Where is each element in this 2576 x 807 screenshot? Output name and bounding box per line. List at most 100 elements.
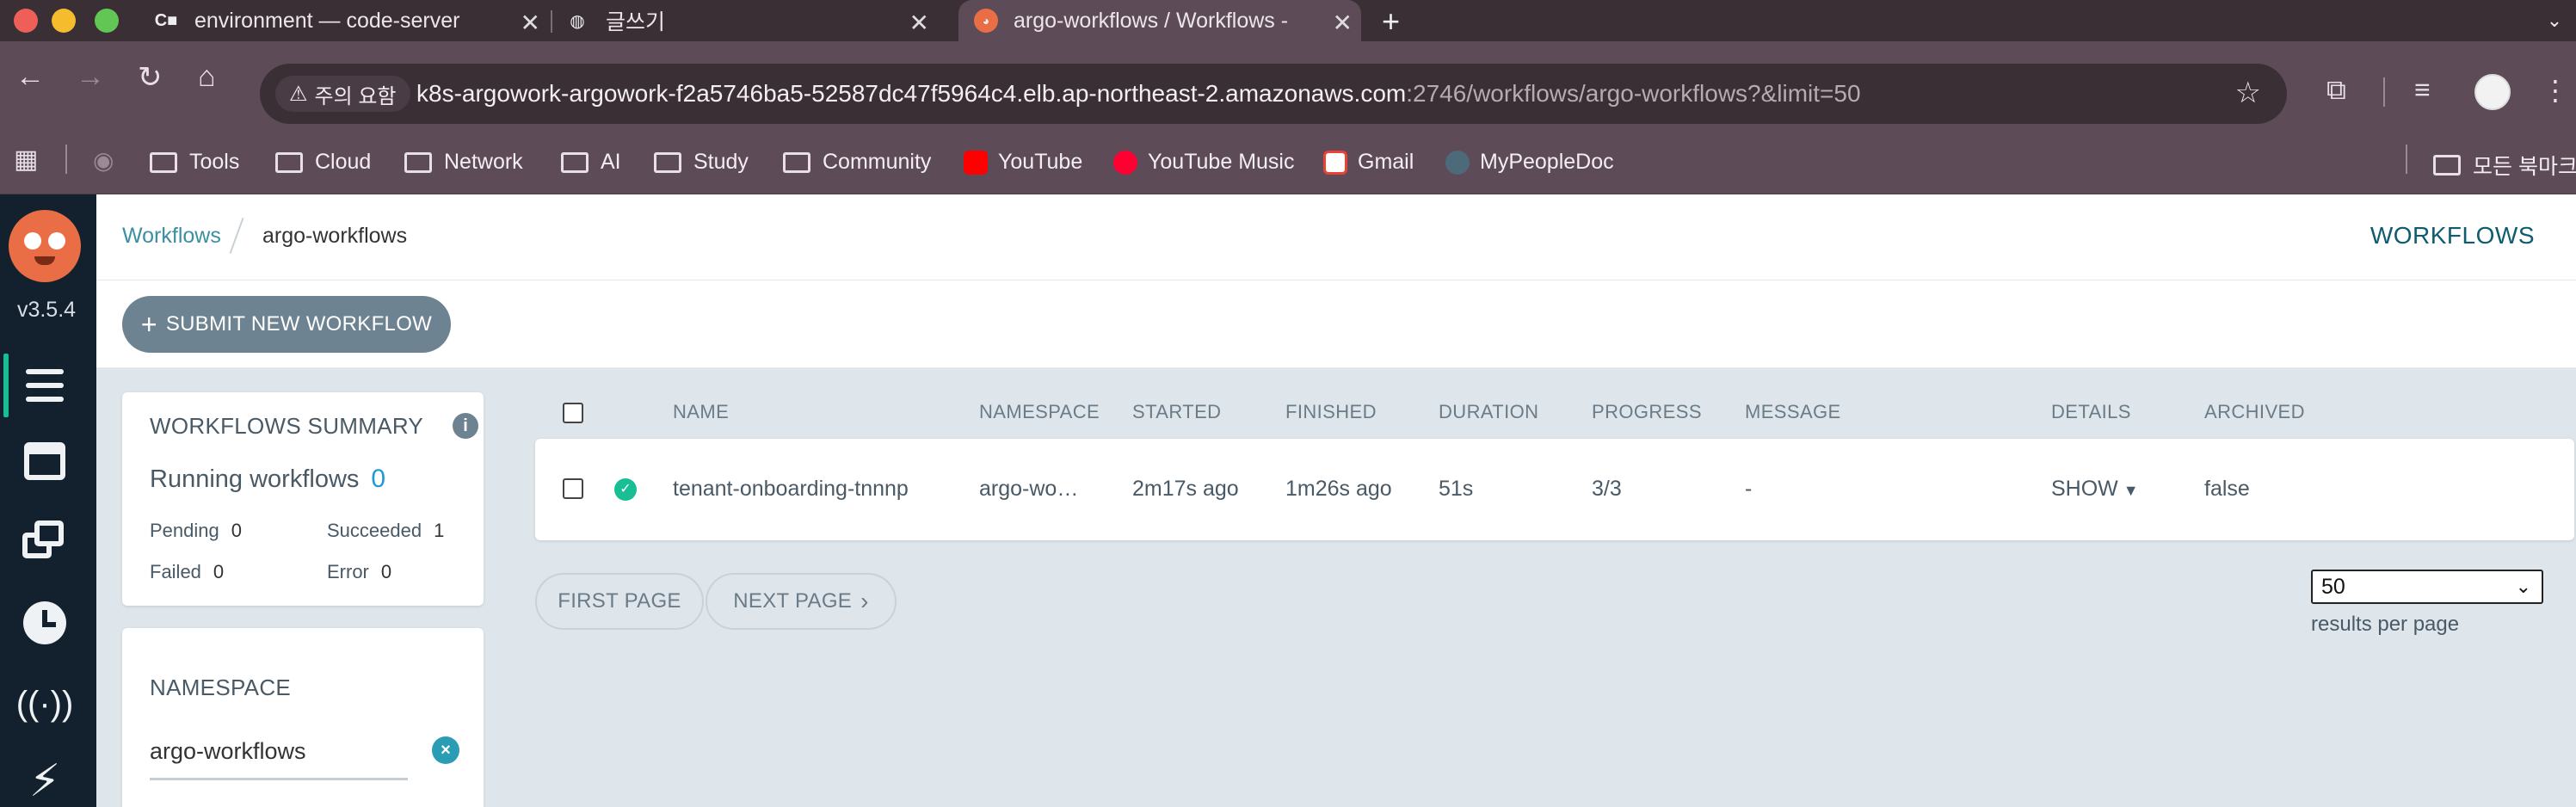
folder-icon [783, 151, 810, 173]
bookmark-label: YouTube [998, 150, 1083, 174]
info-icon[interactable]: i [453, 413, 478, 439]
tab-close-icon[interactable]: ✕ [909, 9, 929, 37]
reload-icon[interactable]: ↻ [138, 60, 163, 95]
column-header-started[interactable]: STARTED [1132, 401, 1221, 423]
submit-new-workflow-button[interactable]: + SUBMIT NEW WORKFLOW [122, 296, 451, 353]
chrome-icon[interactable]: ◉ [93, 146, 114, 175]
clear-namespace-icon[interactable]: × [432, 736, 459, 764]
column-header-message[interactable]: MESSAGE [1745, 401, 1841, 423]
breadcrumb-workflows-link[interactable]: Workflows [122, 224, 221, 249]
cluster-templates-nav-icon[interactable] [19, 516, 71, 568]
folder-icon [2433, 155, 2461, 176]
column-header-progress[interactable]: PROGRESS [1592, 401, 1702, 423]
tab-search-chevron-icon[interactable]: ⌄ [2538, 5, 2571, 36]
first-page-label: FIRST PAGE [558, 589, 681, 613]
bookmark-star-icon[interactable]: ☆ [2235, 76, 2261, 110]
failed-stat[interactable]: Failed 0 [150, 561, 224, 583]
window-zoom-button[interactable] [95, 9, 119, 33]
globe-icon: ◍ [570, 11, 585, 31]
extensions-icon[interactable]: ⧉ [2326, 74, 2346, 107]
error-stat[interactable]: Error 0 [327, 561, 391, 583]
column-header-archived[interactable]: ARCHIVED [2204, 401, 2305, 423]
bookmark-mypeopledoc[interactable]: MyPeopleDoc [1445, 150, 1614, 175]
workflows-nav-icon[interactable] [19, 360, 71, 411]
apps-grid-icon[interactable]: ▦ [14, 145, 38, 175]
top-bar: Workflows argo-workflows WORKFLOWS [96, 194, 2576, 280]
column-header-name[interactable]: NAME [673, 401, 729, 423]
workflow-row[interactable]: ✓ tenant-onboarding-tnnnp argo-wo… 2m17s… [535, 439, 2574, 540]
back-icon[interactable]: ← [15, 60, 45, 94]
tab-title: environment — code-server [194, 8, 460, 33]
column-header-details[interactable]: DETAILS [2051, 401, 2131, 423]
argo-logo[interactable] [9, 210, 81, 282]
logo-mouth [34, 256, 55, 265]
workflow-name[interactable]: tenant-onboarding-tnnnp [673, 477, 909, 502]
address-bar[interactable]: ⚠ 주의 요함 k8s-argowork-argowork-f2a5746ba5… [260, 64, 2287, 124]
workflows-summary-card: WORKFLOWS SUMMARY i Running workflows 0 P… [122, 392, 484, 606]
workflow-duration: 51s [1439, 477, 1474, 501]
row-select-checkbox[interactable] [563, 478, 583, 499]
next-page-button[interactable]: NEXT PAGE › [706, 573, 897, 630]
profile-avatar[interactable] [2474, 74, 2511, 110]
bookmark-folder-network[interactable]: Network [404, 150, 523, 175]
toolbar-divider [2383, 77, 2385, 107]
sensors-nav-icon[interactable]: ⚡ [19, 755, 71, 807]
workflow-templates-nav-icon[interactable] [19, 435, 71, 487]
running-label: Running workflows [150, 465, 360, 493]
forward-icon[interactable]: → [76, 60, 105, 94]
stat-label: Error [327, 561, 369, 582]
media-controls-icon[interactable]: ≡ [2414, 74, 2431, 106]
bookmark-youtube[interactable]: YouTube [964, 150, 1082, 175]
namespace-input[interactable]: argo-workflows [150, 738, 306, 765]
bookmark-folder-community[interactable]: Community [783, 150, 931, 175]
succeeded-status-icon: ✓ [614, 478, 637, 501]
folder-icon [654, 151, 681, 173]
select-all-checkbox[interactable] [563, 403, 583, 423]
browser-tab-argo[interactable]: ◕ argo-workflows / Workflows - ✕ [958, 0, 1361, 41]
pending-stat[interactable]: Pending 0 [150, 520, 242, 542]
browser-tab-writing[interactable]: ◍ 글쓰기 ✕ [564, 0, 938, 41]
bookmark-folder-study[interactable]: Study [654, 150, 749, 175]
gmail-icon [1323, 150, 1347, 175]
bookmark-label: 모든 북마크 [2473, 155, 2576, 179]
new-tab-icon[interactable]: + [1382, 3, 1400, 40]
url-text[interactable]: k8s-argowork-argowork-f2a5746ba5-52587dc… [416, 80, 1861, 108]
column-header-duration[interactable]: DURATION [1439, 401, 1538, 423]
more-menu-icon[interactable]: ⋮ [2542, 74, 2569, 107]
folder-icon [150, 151, 177, 173]
tab-close-icon[interactable]: ✕ [1333, 9, 1353, 37]
bookmark-youtube-music[interactable]: YouTube Music [1113, 150, 1294, 175]
window-minimize-button[interactable] [52, 9, 76, 33]
all-bookmarks-folder[interactable]: 모든 북마크 [2433, 150, 2576, 181]
security-warning-chip[interactable]: ⚠ 주의 요함 [275, 76, 410, 112]
bookmark-gmail[interactable]: Gmail [1323, 150, 1414, 175]
argo-icon: ◕ [974, 9, 998, 33]
tab-title: argo-workflows / Workflows - [1014, 8, 1289, 33]
succeeded-stat[interactable]: Succeeded 1 [327, 520, 444, 542]
window-close-button[interactable] [14, 9, 38, 33]
event-sources-nav-icon[interactable]: ((·)) [16, 678, 74, 730]
stat-label: Pending [150, 520, 219, 541]
column-header-namespace[interactable]: NAMESPACE [979, 401, 1100, 423]
stat-value: 1 [434, 520, 445, 541]
first-page-button[interactable]: FIRST PAGE [535, 573, 704, 630]
breadcrumb-current: argo-workflows [262, 224, 408, 248]
column-header-finished[interactable]: FINISHED [1285, 401, 1377, 423]
browser-tab-code-server[interactable]: C■ environment — code-server ✕ [153, 0, 549, 41]
bookmark-label: MyPeopleDoc [1480, 150, 1614, 174]
bookmark-label: Community [823, 150, 932, 174]
tab-close-icon[interactable]: ✕ [521, 9, 540, 37]
home-icon[interactable]: ⌂ [198, 60, 216, 94]
bookmark-folder-cloud[interactable]: Cloud [275, 150, 371, 175]
results-per-page-select[interactable]: 50 ⌄ [2311, 570, 2543, 604]
summary-title: WORKFLOWS SUMMARY [150, 413, 424, 439]
running-count[interactable]: 0 [371, 465, 385, 493]
cron-workflows-nav-icon[interactable] [19, 597, 71, 649]
chevron-right-icon: › [860, 588, 869, 614]
workflow-namespace: argo-wo… [979, 477, 1079, 501]
bookmark-folder-tools[interactable]: Tools [150, 150, 239, 175]
warning-icon: ⚠ [289, 82, 308, 106]
bookmark-label: Gmail [1358, 150, 1414, 174]
bookmark-folder-ai[interactable]: AI [561, 150, 621, 175]
workflow-details-toggle[interactable]: SHOW ▼ [2051, 477, 2139, 502]
